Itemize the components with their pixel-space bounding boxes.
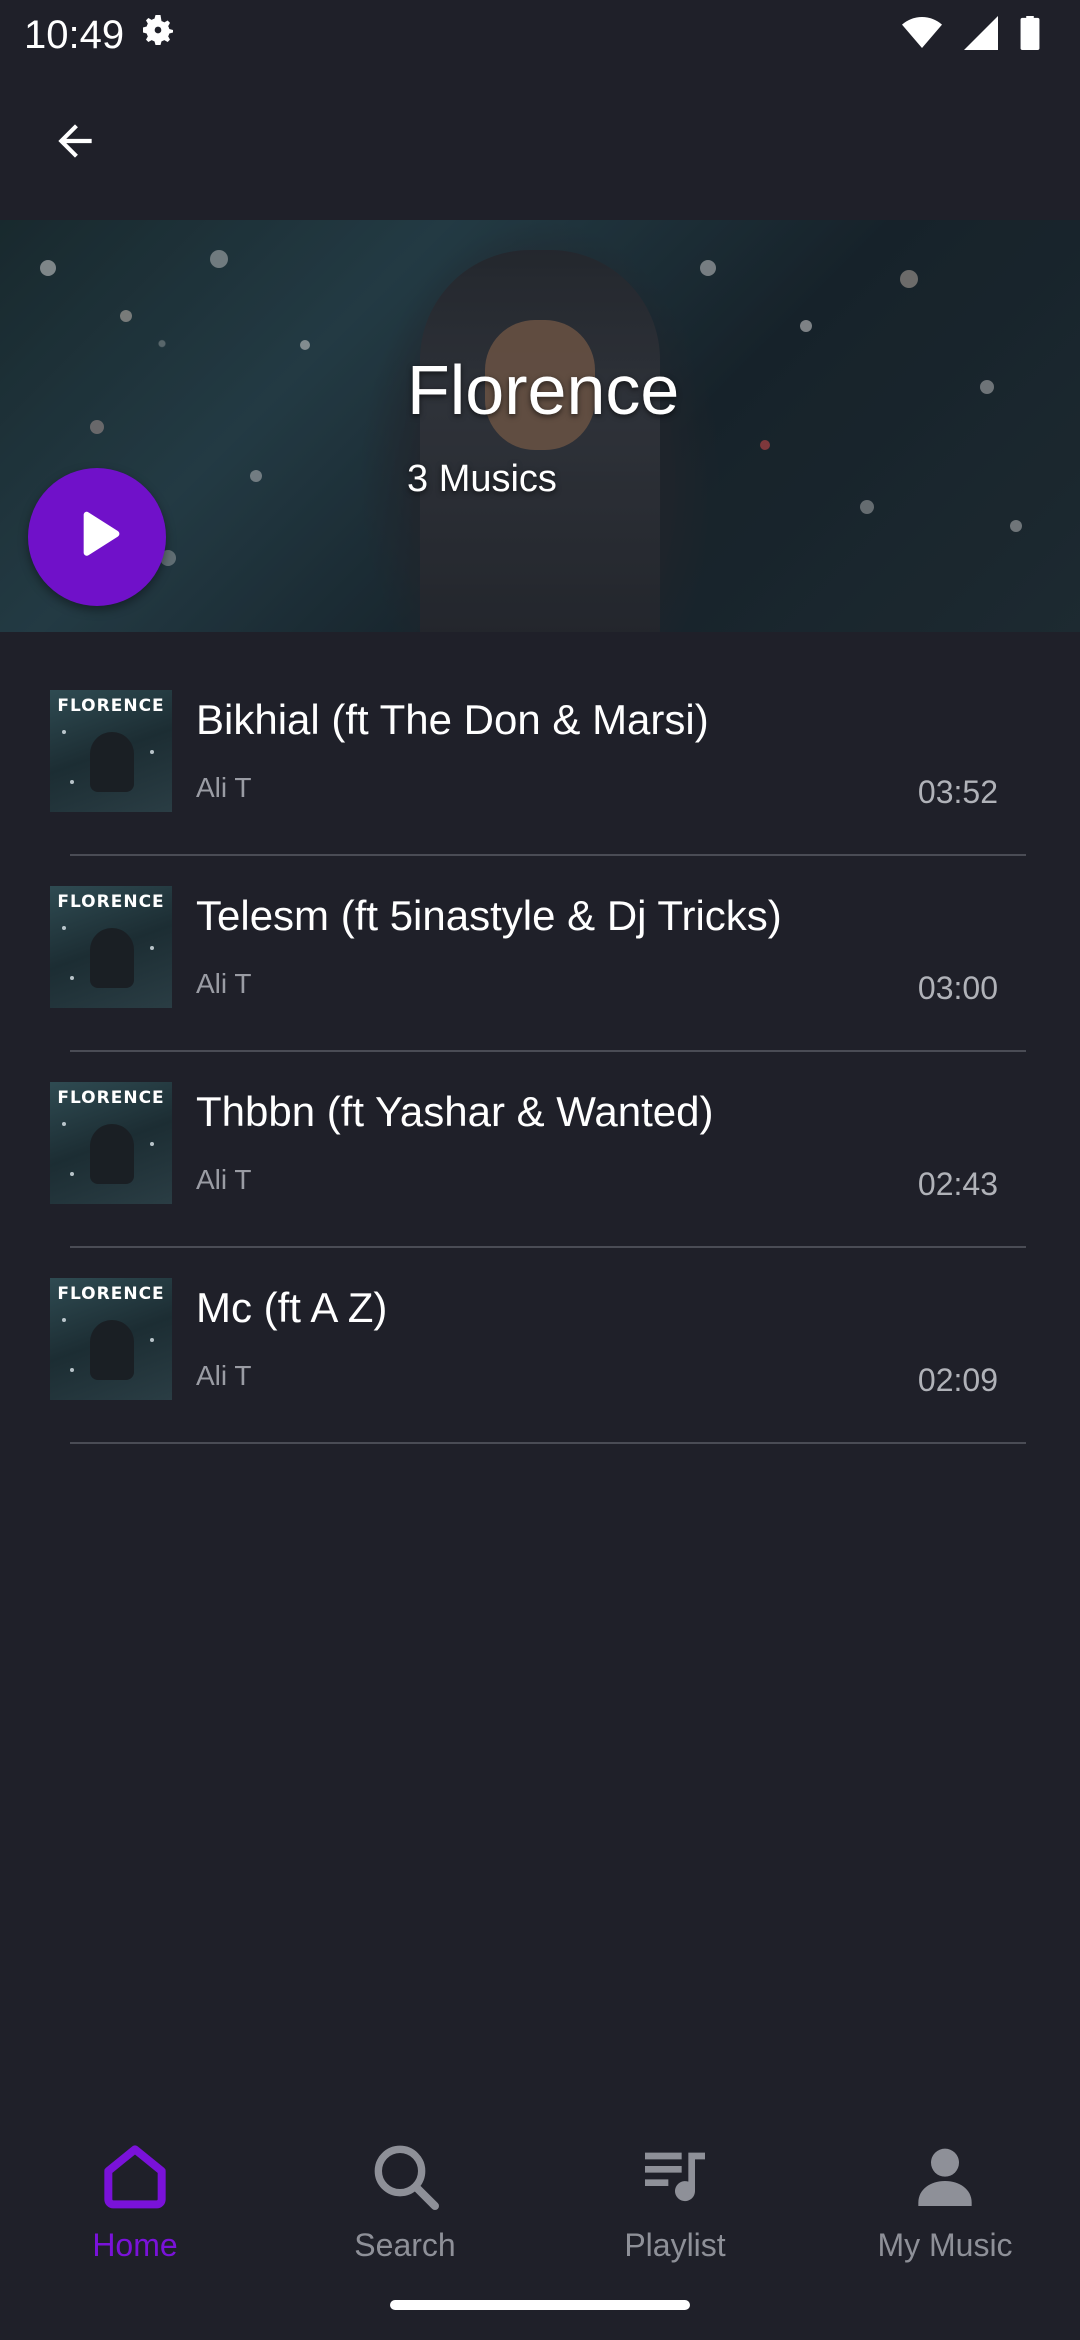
settings-gear-icon <box>138 10 178 60</box>
track-title: Bikhial (ft The Don & Marsi) <box>196 696 709 743</box>
track-row[interactable]: FLORENCE Mc (ft A Z) Ali T 02:09 <box>0 1248 1080 1444</box>
nav-home-label: Home <box>92 2227 178 2263</box>
track-count: 3 Musics <box>407 458 557 500</box>
divider <box>70 1442 1026 1444</box>
track-list: FLORENCE Bikhial (ft The Don & Marsi) Al… <box>0 660 1080 1444</box>
track-artist: Ali T <box>196 1164 252 1195</box>
playlist-icon <box>635 2136 715 2221</box>
album-cover: FLORENCE <box>50 1278 172 1400</box>
status-icons <box>902 15 1040 55</box>
nav-playlist[interactable]: Playlist <box>540 2118 810 2268</box>
track-title: Mc (ft A Z) <box>196 1284 388 1331</box>
nav-my-music-label: My Music <box>877 2227 1013 2263</box>
nav-my-music[interactable]: My Music <box>810 2118 1080 2268</box>
wifi-icon <box>902 16 942 55</box>
nav-search-label: Search <box>354 2227 456 2263</box>
track-title: Telesm (ft 5inastyle & Dj Tricks) <box>196 892 782 939</box>
track-duration: 03:00 <box>917 970 998 1006</box>
album-cover-text: FLORENCE <box>57 1284 165 1304</box>
status-time-group: 10:49 <box>24 10 178 60</box>
status-time: 10:49 <box>24 12 125 57</box>
play-all-button[interactable] <box>28 468 166 606</box>
track-artist: Ali T <box>196 968 252 999</box>
album-cover: FLORENCE <box>50 886 172 1008</box>
track-row[interactable]: FLORENCE Thbbn (ft Yashar & Wanted) Ali … <box>0 1052 1080 1248</box>
nav-playlist-label: Playlist <box>624 2227 726 2263</box>
play-icon <box>65 503 129 572</box>
arrow-left-icon <box>50 116 100 171</box>
nav-search[interactable]: Search <box>270 2118 540 2268</box>
status-bar: 10:49 <box>0 0 1080 70</box>
track-duration: 02:43 <box>917 1166 998 1202</box>
track-artist: Ali T <box>196 772 252 803</box>
person-icon <box>905 2136 985 2221</box>
album-cover: FLORENCE <box>50 1082 172 1204</box>
artist-name: Florence <box>407 351 680 429</box>
battery-icon <box>1020 15 1040 55</box>
back-button[interactable] <box>40 108 110 178</box>
gesture-home-indicator[interactable] <box>390 2300 690 2310</box>
home-icon <box>95 2136 175 2221</box>
album-cover-text: FLORENCE <box>57 696 165 716</box>
bottom-navigation: Home Search Playlist My Music <box>0 2118 1080 2268</box>
album-cover: FLORENCE <box>50 690 172 812</box>
track-row[interactable]: FLORENCE Telesm (ft 5inastyle & Dj Trick… <box>0 856 1080 1052</box>
artist-banner: Florence 3 Musics <box>0 220 1080 632</box>
album-cover-text: FLORENCE <box>57 1088 165 1108</box>
track-artist: Ali T <box>196 1360 252 1391</box>
track-title: Thbbn (ft Yashar & Wanted) <box>196 1088 714 1135</box>
track-duration: 03:52 <box>917 774 998 810</box>
app-bar <box>0 70 1080 220</box>
cell-signal-icon <box>964 15 998 55</box>
search-icon <box>365 2136 445 2221</box>
track-row[interactable]: FLORENCE Bikhial (ft The Don & Marsi) Al… <box>0 660 1080 856</box>
album-cover-text: FLORENCE <box>57 892 165 912</box>
nav-home[interactable]: Home <box>0 2118 270 2268</box>
track-duration: 02:09 <box>917 1362 998 1398</box>
